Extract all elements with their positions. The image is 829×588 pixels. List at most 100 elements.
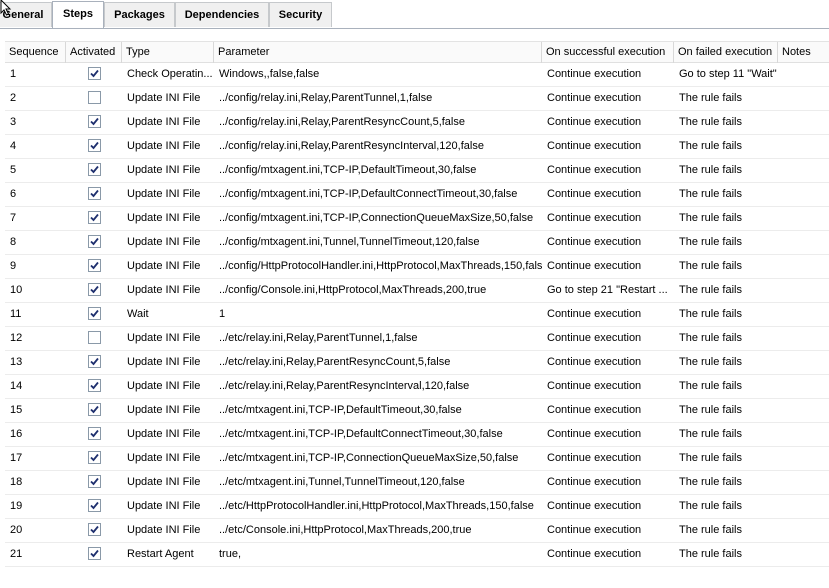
- cell-notes: [778, 207, 829, 230]
- activated-checkbox[interactable]: [88, 115, 101, 128]
- activated-checkbox[interactable]: [88, 163, 101, 176]
- table-row[interactable]: 12 Update INI File ../etc/relay.ini,Relay,…: [5, 327, 829, 351]
- activated-checkbox[interactable]: [88, 91, 101, 104]
- activated-checkbox[interactable]: [88, 547, 101, 560]
- table-body: 1 Check Operatin... Windows,,false,false Co…: [5, 63, 829, 567]
- header-on-success[interactable]: On successful execution: [542, 42, 674, 63]
- table-row[interactable]: 15 Update INI File ../etc/mtxagent.ini,TCP…: [5, 399, 829, 423]
- cell-sequence: 1: [10, 68, 17, 80]
- cell-on-failed: The rule fails: [679, 428, 742, 440]
- activated-checkbox[interactable]: [88, 187, 101, 200]
- cell-activated: [66, 87, 122, 110]
- cell-sequence: 2: [10, 92, 17, 104]
- table-row[interactable]: 11 Wait 1 Continue execution The rule fails: [5, 303, 829, 327]
- activated-checkbox[interactable]: [88, 523, 101, 536]
- tab-packages[interactable]: Packages: [104, 2, 175, 27]
- cell-type: Update INI File: [127, 284, 201, 296]
- cell-type: Update INI File: [127, 164, 201, 176]
- table-row[interactable]: 16 Update INI File ../etc/mtxagent.ini,TCP…: [5, 423, 829, 447]
- checkmark-icon: [90, 117, 99, 126]
- cell-sequence: 19: [10, 500, 23, 512]
- table-row[interactable]: 13 Update INI File ../etc/relay.ini,Relay,…: [5, 351, 829, 375]
- checkmark-icon: [90, 141, 99, 150]
- table-row[interactable]: 17 Update INI File ../etc/mtxagent.ini,TCP…: [5, 447, 829, 471]
- checkmark-icon: [90, 309, 99, 318]
- table-row[interactable]: 8 Update INI File ../config/mtxagent.ini,T…: [5, 231, 829, 255]
- cell-on-failed: The rule fails: [679, 404, 742, 416]
- cell-type: Update INI File: [127, 332, 201, 344]
- activated-checkbox[interactable]: [88, 499, 101, 512]
- cell-notes: [778, 327, 829, 350]
- cell-parameter: ../etc/mtxagent.ini,Tunnel,TunnelTimeout…: [219, 476, 465, 488]
- cell-parameter: ../config/Console.ini,HttpProtocol,MaxTh…: [219, 284, 487, 296]
- cell-on-failed: The rule fails: [679, 164, 742, 176]
- cell-type: Update INI File: [127, 212, 201, 224]
- header-parameter[interactable]: Parameter: [214, 42, 542, 63]
- header-activated[interactable]: Activated: [66, 42, 122, 63]
- cell-type: Update INI File: [127, 452, 201, 464]
- activated-checkbox[interactable]: [88, 379, 101, 392]
- activated-checkbox[interactable]: [88, 235, 101, 248]
- cell-parameter: ../config/relay.ini,Relay,ParentResyncIn…: [219, 140, 484, 152]
- header-sequence[interactable]: Sequence: [5, 42, 66, 63]
- checkmark-icon: [90, 213, 99, 222]
- table-row[interactable]: 2 Update INI File ../config/relay.ini,Rela…: [5, 87, 829, 111]
- cell-type: Update INI File: [127, 92, 201, 104]
- activated-checkbox[interactable]: [88, 475, 101, 488]
- steps-table: Sequence Activated Type Parameter On suc…: [5, 41, 829, 567]
- cell-on-success: Continue execution: [547, 452, 642, 464]
- header-on-failed[interactable]: On failed execution: [674, 42, 778, 63]
- table-row[interactable]: 6 Update INI File ../config/mtxagent.ini,T…: [5, 183, 829, 207]
- activated-checkbox[interactable]: [88, 259, 101, 272]
- cell-on-failed: Go to step 11 "Wait": [679, 68, 777, 80]
- activated-checkbox[interactable]: [88, 331, 101, 344]
- table-row[interactable]: 9 Update INI File ../config/HttpProtocolHa…: [5, 255, 829, 279]
- cell-sequence: 14: [10, 380, 23, 392]
- table-row[interactable]: 10 Update INI File ../config/Console.ini,H…: [5, 279, 829, 303]
- tab-security[interactable]: Security: [269, 2, 332, 27]
- table-row[interactable]: 18 Update INI File ../etc/mtxagent.ini,Tun…: [5, 471, 829, 495]
- cell-type: Wait: [127, 308, 149, 320]
- activated-checkbox[interactable]: [88, 307, 101, 320]
- tab-dependencies[interactable]: Dependencies: [175, 2, 269, 27]
- table-row[interactable]: 7 Update INI File ../config/mtxagent.ini,T…: [5, 207, 829, 231]
- cell-activated: [66, 111, 122, 134]
- checkmark-icon: [90, 549, 99, 558]
- cell-parameter: ../etc/Console.ini,HttpProtocol,MaxThrea…: [219, 524, 472, 536]
- activated-checkbox[interactable]: [88, 283, 101, 296]
- activated-checkbox[interactable]: [88, 355, 101, 368]
- activated-checkbox[interactable]: [88, 451, 101, 464]
- cell-notes: [778, 399, 829, 422]
- cell-type: Update INI File: [127, 116, 201, 128]
- cell-type: Update INI File: [127, 524, 201, 536]
- activated-checkbox[interactable]: [88, 139, 101, 152]
- table-row[interactable]: 14 Update INI File ../etc/relay.ini,Relay,…: [5, 375, 829, 399]
- table-row[interactable]: 20 Update INI File ../etc/Console.ini,Http…: [5, 519, 829, 543]
- cell-on-success: Continue execution: [547, 476, 642, 488]
- cell-type: Update INI File: [127, 356, 201, 368]
- cell-activated: [66, 231, 122, 254]
- cell-activated: [66, 447, 122, 470]
- table-row[interactable]: 5 Update INI File ../config/mtxagent.ini,T…: [5, 159, 829, 183]
- tab-steps[interactable]: Steps: [52, 1, 104, 28]
- activated-checkbox[interactable]: [88, 67, 101, 80]
- table-row[interactable]: 3 Update INI File ../config/relay.ini,Rela…: [5, 111, 829, 135]
- header-type[interactable]: Type: [122, 42, 214, 63]
- tab-steps-label: Steps: [63, 8, 93, 20]
- cell-activated: [66, 471, 122, 494]
- activated-checkbox[interactable]: [88, 403, 101, 416]
- cell-on-success: Continue execution: [547, 260, 642, 272]
- table-row[interactable]: 1 Check Operatin... Windows,,false,false Co…: [5, 63, 829, 87]
- activated-checkbox[interactable]: [88, 427, 101, 440]
- cell-notes: [778, 159, 829, 182]
- cell-notes: [778, 87, 829, 110]
- cell-on-success: Continue execution: [547, 548, 642, 560]
- cell-parameter: ../etc/mtxagent.ini,TCP-IP,DefaultTimeou…: [219, 404, 462, 416]
- table-row[interactable]: 21 Restart Agent true, Continue execution Th…: [5, 543, 829, 567]
- table-row[interactable]: 19 Update INI File ../etc/HttpProtocolHand…: [5, 495, 829, 519]
- cell-on-failed: The rule fails: [679, 500, 742, 512]
- cell-notes: [778, 351, 829, 374]
- activated-checkbox[interactable]: [88, 211, 101, 224]
- header-notes[interactable]: Notes: [778, 42, 829, 63]
- table-row[interactable]: 4 Update INI File ../config/relay.ini,Rela…: [5, 135, 829, 159]
